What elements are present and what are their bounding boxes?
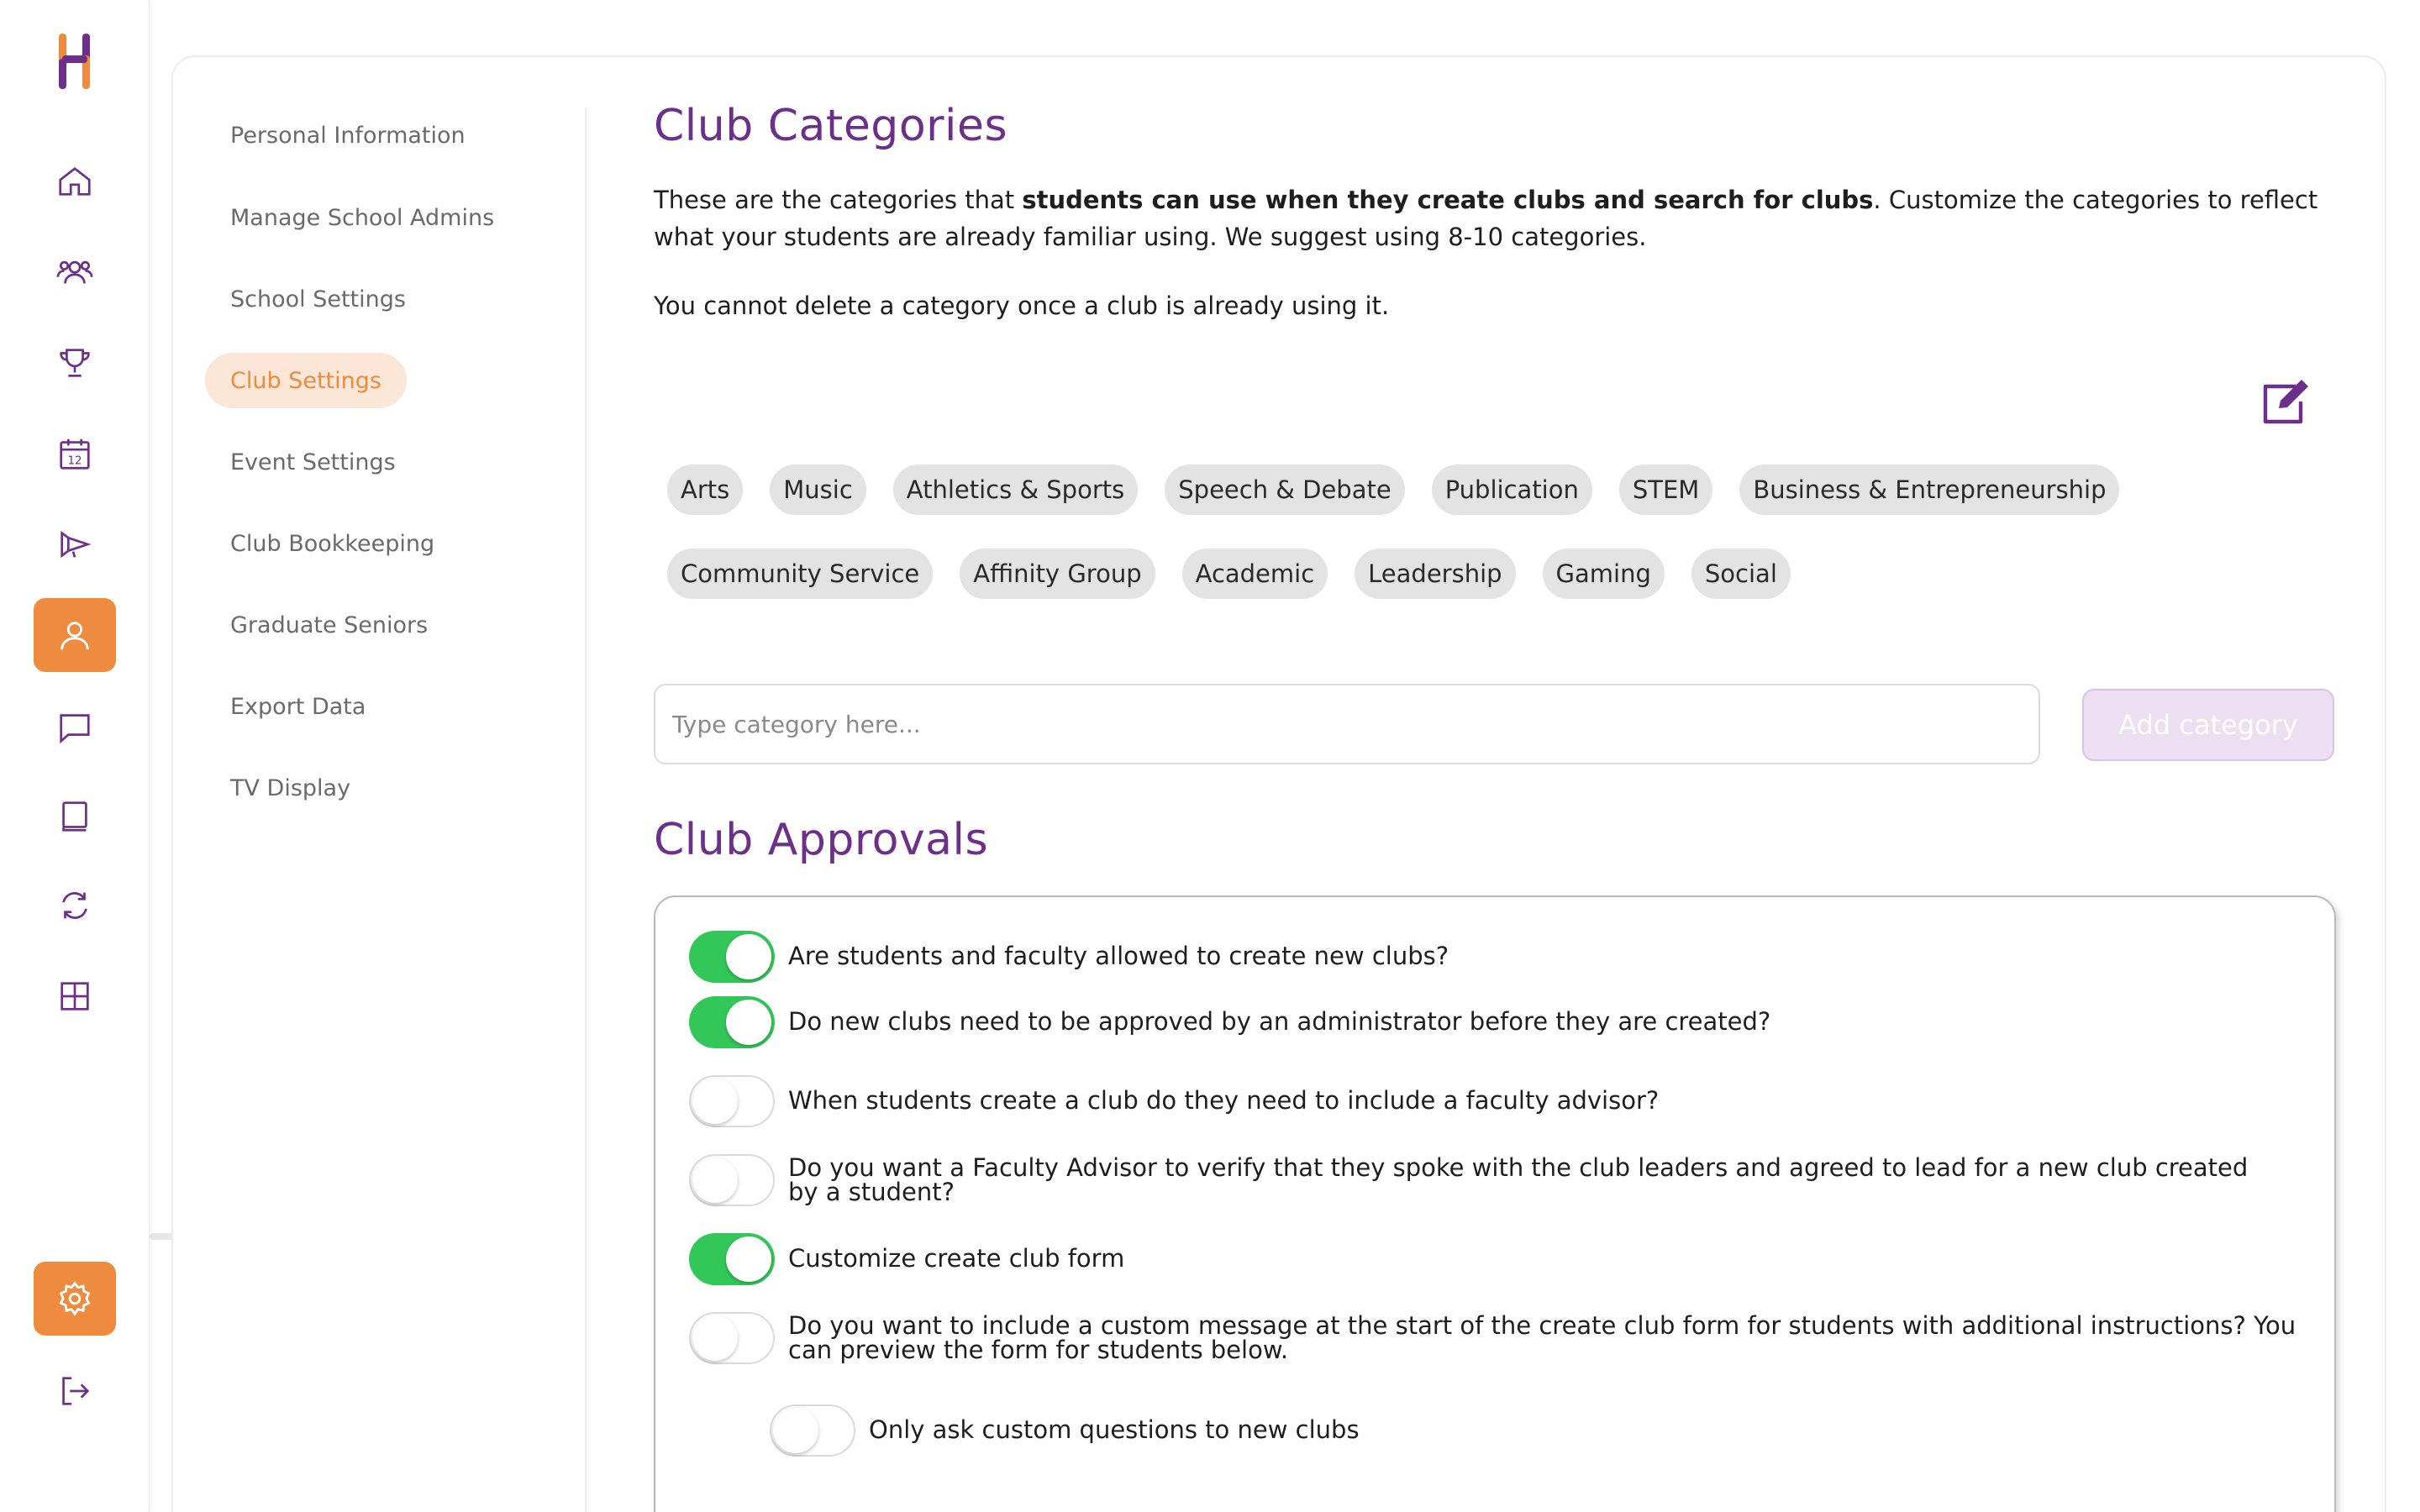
categories-note: You cannot delete a category once a club… [654,291,1390,320]
edit-icon[interactable] [2259,376,2312,427]
toggle-knob [726,1236,771,1282]
app-logo [59,34,90,89]
book-icon[interactable] [34,780,116,853]
icon-rail: 12 [0,0,150,1512]
approval-row: Only ask custom questions to new clubs [770,1404,1360,1457]
toggle-knob [726,1000,771,1045]
category-chip[interactable]: Speech & Debate [1165,465,1405,515]
toggle-knob [692,1158,738,1203]
submenu-divider [585,108,587,1512]
category-chip[interactable]: Athletics & Sports [892,465,1139,515]
approval-row: Do new clubs need to be approved by an a… [689,996,1770,1048]
approval-label: When students create a club do they need… [788,1086,1660,1115]
add-category-button[interactable]: Add category [2082,689,2334,761]
submenu-item-personal-information[interactable]: Personal Information [205,108,491,163]
approval-label: Do you want to include a custom message … [788,1311,2296,1364]
approval-toggle[interactable] [689,1075,775,1127]
submenu-item-club-bookkeeping[interactable]: Club Bookkeeping [205,516,460,571]
approval-toggle[interactable] [689,1312,775,1364]
svg-text:12: 12 [67,454,82,467]
categories-intro: These are the categories that students c… [654,181,2343,255]
calendar-icon[interactable]: 12 [34,417,116,491]
category-chip[interactable]: Arts [667,465,744,515]
category-chip[interactable]: Affinity Group [960,549,1155,599]
club-categories-section: Club Categories These are the categories… [654,101,2334,320]
settings-icon[interactable] [34,1262,116,1336]
category-chip[interactable]: Community Service [667,549,934,599]
submenu-item-club-settings[interactable]: Club Settings [205,353,407,408]
category-chip[interactable]: Publication [1431,465,1592,515]
category-chip[interactable]: STEM [1618,465,1713,515]
approval-label: Only ask custom questions to new clubs [869,1415,1360,1444]
category-chip[interactable]: Social [1691,549,1791,599]
toggle-knob [726,934,771,979]
approval-label: Do new clubs need to be approved by an a… [788,1007,1771,1036]
submenu-item-export-data[interactable]: Export Data [205,679,391,734]
approval-label: Customize create club form [788,1244,1125,1273]
approval-toggle[interactable] [689,996,775,1048]
club-approvals-title: Club Approvals [654,815,989,865]
toggle-knob [692,1079,738,1124]
chat-icon[interactable] [34,690,116,764]
category-chips-row-2: Community Service Affinity Group Academi… [667,549,1791,599]
category-chip[interactable]: Music [770,465,866,515]
megaphone-icon[interactable] [34,507,116,581]
home-icon[interactable] [34,144,116,218]
users-icon[interactable] [34,235,116,309]
approval-toggle[interactable] [770,1404,855,1457]
submenu-item-tv-display[interactable]: TV Display [205,760,376,816]
approval-toggle[interactable] [689,1233,775,1285]
submenu-item-school-settings[interactable]: School Settings [205,271,431,327]
category-chip[interactable]: Business & Entrepreneurship [1739,465,2120,515]
approval-row: Do you want a Faculty Advisor to verify … [689,1154,2286,1206]
trophy-icon[interactable] [34,326,116,400]
approval-row: When students create a club do they need… [689,1075,1659,1127]
toggle-knob [692,1315,738,1361]
profile-icon[interactable] [34,598,116,672]
submenu-item-manage-school-admins[interactable]: Manage School Admins [205,190,519,245]
submenu-item-graduate-seniors[interactable]: Graduate Seniors [205,597,453,653]
club-categories-title: Club Categories [654,101,1008,151]
category-chip[interactable]: Gaming [1542,549,1665,599]
approval-toggle[interactable] [689,1154,775,1206]
approval-row: Are students and faculty allowed to crea… [689,931,1449,983]
approval-label: Do you want a Faculty Advisor to verify … [788,1153,2249,1206]
approval-toggle[interactable] [689,931,775,983]
logout-icon[interactable] [34,1354,116,1428]
sync-icon[interactable] [34,869,116,942]
approval-row: Do you want to include a custom message … [689,1312,2311,1364]
grid-icon[interactable] [34,959,116,1033]
intro-text-start: These are the categories that [654,186,1023,214]
category-chip[interactable]: Leadership [1355,549,1516,599]
submenu-item-event-settings[interactable]: Event Settings [205,434,421,490]
toggle-knob [773,1408,818,1453]
category-chip[interactable]: Academic [1181,549,1328,599]
category-chips-row-1: Arts Music Athletics & Sports Speech & D… [667,465,2120,515]
category-input[interactable] [654,684,2040,764]
approval-label: Are students and faculty allowed to crea… [788,942,1449,970]
intro-text-bold: students can use when they create clubs … [1022,186,1874,214]
approval-row: Customize create club form [689,1233,1124,1285]
